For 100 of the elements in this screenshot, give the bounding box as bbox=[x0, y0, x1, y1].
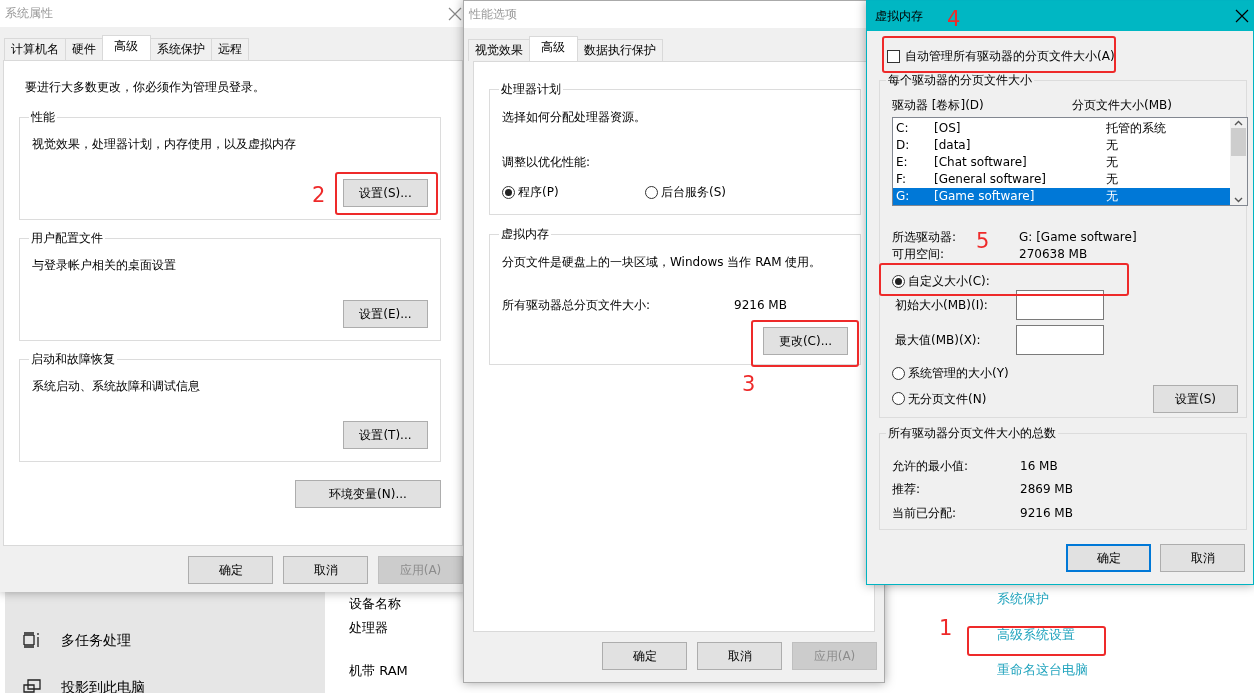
tab[interactable]: 高级 bbox=[102, 35, 151, 60]
window-title: 系统属性 bbox=[5, 6, 53, 21]
field-label: 当前已分配: bbox=[892, 505, 957, 520]
volume-label: [data] bbox=[934, 138, 972, 153]
drive-letter: C: bbox=[896, 121, 910, 136]
radio-icon[interactable] bbox=[502, 185, 515, 199]
close-icon[interactable] bbox=[448, 6, 462, 21]
group-title: 用户配置文件 bbox=[30, 231, 104, 246]
dialog-button[interactable]: 确定 bbox=[1066, 544, 1151, 573]
auto-manage-option[interactable]: 自动管理所有驱动器的分页文件大小(A) bbox=[887, 49, 1115, 64]
group-title: 所有驱动器分页文件大小的总数 bbox=[887, 426, 1057, 441]
group-description: 视觉效果，处理器计划，内存使用，以及虚拟内存 bbox=[32, 136, 297, 152]
dialog-button[interactable]: 取消 bbox=[283, 556, 368, 584]
drive-row[interactable]: C: [OS] 托管的系统 bbox=[893, 120, 1230, 138]
drive-row[interactable]: F: [General software] 无 bbox=[893, 171, 1230, 189]
group-title: 虚拟内存 bbox=[500, 227, 550, 242]
field-label: 推荐: bbox=[892, 482, 921, 497]
dialog-button[interactable]: 确定 bbox=[602, 642, 687, 670]
drive-letter: G: bbox=[896, 189, 911, 204]
dialog-button[interactable]: 确定 bbox=[188, 556, 273, 584]
monitor-icon bbox=[23, 679, 41, 693]
change-button[interactable]: 更改(C)... bbox=[763, 327, 848, 356]
tab[interactable]: 高级 bbox=[529, 36, 578, 61]
window-title: 性能选项 bbox=[469, 7, 517, 22]
sidebar-item[interactable]: 投影到此电脑 bbox=[23, 678, 325, 693]
set-button[interactable]: 设置(S) bbox=[1153, 385, 1238, 414]
radio-icon[interactable] bbox=[892, 274, 905, 288]
input-field[interactable] bbox=[1016, 325, 1104, 356]
field-value: 270638 MB bbox=[1019, 246, 1088, 261]
tab[interactable]: 计算机名 bbox=[4, 38, 66, 60]
drive-letter: F: bbox=[896, 172, 907, 187]
tab[interactable]: 数据执行保护 bbox=[577, 39, 663, 61]
radio-option[interactable]: 自定义大小(C): bbox=[892, 273, 1246, 289]
step-number: 4 bbox=[947, 9, 961, 30]
step-number: 3 bbox=[742, 374, 756, 395]
spec-label: 设备名称 bbox=[349, 596, 401, 612]
group-description: 选择如何分配处理器资源。 bbox=[502, 110, 647, 125]
dialog-button[interactable]: 取消 bbox=[697, 642, 782, 670]
drive-row[interactable]: D: [data] 无 bbox=[893, 137, 1230, 155]
multitask-icon bbox=[23, 632, 41, 649]
field-label: 初始大小(MB)(I): bbox=[895, 298, 988, 313]
drive-row[interactable]: G: [Game software] 无 bbox=[893, 188, 1230, 206]
step-number: 1 bbox=[939, 618, 953, 639]
paging-size: 无 bbox=[1106, 138, 1118, 153]
paging-size: 无 bbox=[1106, 172, 1118, 187]
radio-option[interactable]: 无分页文件(N) bbox=[892, 391, 1009, 407]
settings-button[interactable]: 设置(S)... bbox=[343, 179, 428, 208]
checkbox-icon[interactable] bbox=[887, 49, 900, 63]
volume-label: [Game software] bbox=[934, 189, 1036, 204]
volume-label: [OS] bbox=[934, 121, 962, 136]
group-title: 每个驱动器的分页文件大小 bbox=[887, 73, 1033, 88]
scrollbar[interactable] bbox=[1230, 118, 1247, 206]
window-title: 虚拟内存 bbox=[875, 8, 923, 24]
settings-button[interactable]: 设置(T)... bbox=[343, 421, 428, 450]
radio-icon[interactable] bbox=[892, 392, 905, 406]
chevron-up-icon[interactable] bbox=[1234, 120, 1243, 127]
paging-size: 无 bbox=[1106, 189, 1118, 204]
field-value: 9216 MB bbox=[1020, 505, 1073, 520]
settings-button[interactable]: 设置(E)... bbox=[343, 300, 428, 329]
drive-row[interactable]: E: [Chat software] 无 bbox=[893, 154, 1230, 172]
group-title: 启动和故障恢复 bbox=[30, 352, 116, 367]
sidebar-label: 投影到此电脑 bbox=[61, 678, 145, 693]
radio-icon[interactable] bbox=[892, 367, 905, 381]
field-label: 所选驱动器: bbox=[892, 230, 957, 245]
volume-label: [General software] bbox=[934, 172, 1047, 187]
input-field[interactable] bbox=[1016, 290, 1104, 321]
column-header: 驱动器 [卷标](D) bbox=[892, 97, 985, 113]
environment-variables-button[interactable]: 环境变量(N)... bbox=[295, 480, 441, 509]
tab[interactable]: 远程 bbox=[211, 38, 249, 60]
tab[interactable]: 视觉效果 bbox=[468, 39, 530, 61]
column-header: 分页文件大小(MB) bbox=[1072, 97, 1172, 113]
group-title: 处理器计划 bbox=[500, 82, 562, 97]
field-value: 16 MB bbox=[1020, 458, 1058, 474]
paging-size: 无 bbox=[1106, 155, 1118, 170]
volume-label: [Chat software] bbox=[934, 155, 1028, 170]
total-label: 所有驱动器总分页文件大小: bbox=[502, 297, 652, 313]
radio-option[interactable]: 后台服务(S) bbox=[645, 185, 726, 200]
group-description: 与登录帐户相关的桌面设置 bbox=[32, 257, 177, 273]
radio-icon[interactable] bbox=[645, 185, 658, 199]
sidebar-item[interactable]: 多任务处理 bbox=[23, 632, 325, 649]
field-value: G: [Game software] bbox=[1019, 230, 1137, 245]
dialog-button[interactable]: 取消 bbox=[1160, 544, 1245, 573]
radio-option[interactable]: 程序(P) bbox=[502, 185, 645, 200]
close-icon[interactable] bbox=[1235, 9, 1249, 23]
total-value: 9216 MB bbox=[734, 297, 787, 313]
group-description: 系统启动、系统故障和调试信息 bbox=[32, 378, 201, 394]
step-number: 5 bbox=[976, 231, 990, 252]
spec-label: 机带 RAM bbox=[349, 663, 408, 679]
step-number: 2 bbox=[312, 185, 326, 206]
sidebar-label: 多任务处理 bbox=[61, 632, 131, 649]
chevron-down-icon[interactable] bbox=[1234, 197, 1243, 204]
radio-option[interactable]: 系统管理的大小(Y) bbox=[892, 366, 1009, 381]
group-description: 分页文件是硬盘上的一块区域，Windows 当作 RAM 使用。 bbox=[502, 255, 823, 270]
optimize-prompt: 调整以优化性能: bbox=[502, 154, 592, 170]
drive-letter: E: bbox=[896, 155, 909, 170]
admin-note: 要进行大多数更改，你必须作为管理员登录。 bbox=[25, 80, 266, 95]
field-label: 允许的最小值: bbox=[892, 458, 969, 474]
drive-letter: D: bbox=[896, 138, 911, 153]
group-title: 性能 bbox=[30, 110, 56, 125]
spec-label: 处理器 bbox=[349, 619, 388, 636]
